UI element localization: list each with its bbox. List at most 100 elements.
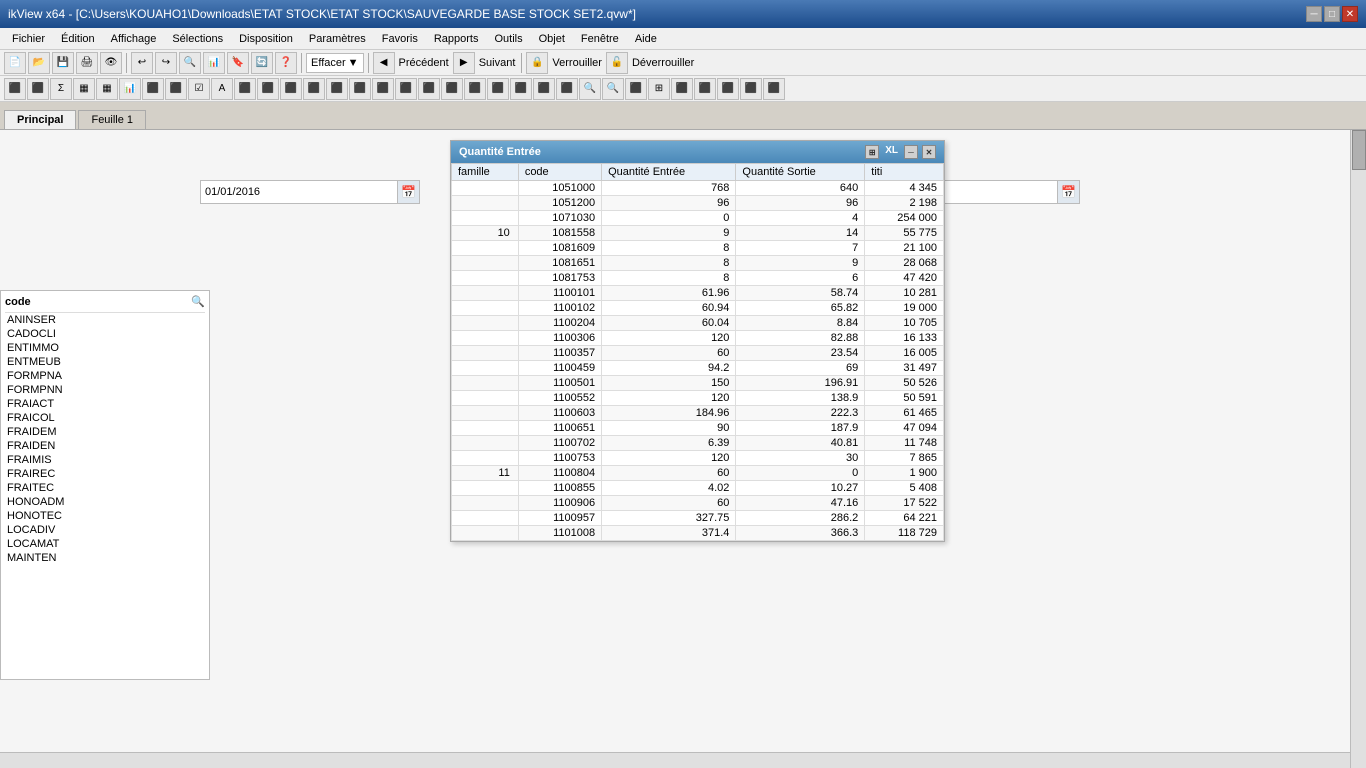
tb2-text[interactable]: A xyxy=(211,78,233,100)
menu-disposition[interactable]: Disposition xyxy=(231,31,301,47)
code-item-mainten[interactable]: MAINTEN xyxy=(5,551,205,565)
tb-lock[interactable]: 🔒 xyxy=(526,52,548,74)
code-item-cadocli[interactable]: CADOCLI xyxy=(5,327,205,341)
tb-unlock[interactable]: 🔓 xyxy=(606,52,628,74)
date-start-calendar-button[interactable]: 📅 xyxy=(397,181,419,203)
menu-aide[interactable]: Aide xyxy=(627,31,665,47)
right-scrollbar[interactable] xyxy=(1350,130,1366,768)
code-item-locadiv[interactable]: LOCADIV xyxy=(5,523,205,537)
menu-objet[interactable]: Objet xyxy=(531,31,573,47)
tb2-8[interactable]: ⬛ xyxy=(165,78,187,100)
tb2-28[interactable]: ⬛ xyxy=(625,78,647,100)
menu-favoris[interactable]: Favoris xyxy=(374,31,426,47)
cell-famille xyxy=(452,271,519,286)
tb2-22[interactable]: ⬛ xyxy=(487,78,509,100)
tb2-16[interactable]: ⬛ xyxy=(349,78,371,100)
menu-rapports[interactable]: Rapports xyxy=(426,31,487,47)
menu-fichier[interactable]: Fichier xyxy=(4,31,53,47)
tab-feuille1[interactable]: Feuille 1 xyxy=(78,110,146,129)
tb-chart[interactable]: 📊 xyxy=(203,52,225,74)
tb-search[interactable]: 🔍 xyxy=(179,52,201,74)
effacer-label: Effacer xyxy=(311,57,346,69)
tb2-33[interactable]: ⬛ xyxy=(740,78,762,100)
menu-fenetre[interactable]: Fenêtre xyxy=(573,31,627,47)
tb-redo[interactable]: ↪ xyxy=(155,52,177,74)
panel-minimize-btn[interactable]: ─ xyxy=(904,145,918,159)
code-item-honoadm[interactable]: HONOADM xyxy=(5,495,205,509)
tb2-1[interactable]: ⬛ xyxy=(4,78,26,100)
tb2-23[interactable]: ⬛ xyxy=(510,78,532,100)
tb-save[interactable]: 💾 xyxy=(52,52,74,74)
date-end-calendar-button[interactable]: 📅 xyxy=(1057,181,1079,203)
tb2-17[interactable]: ⬛ xyxy=(372,78,394,100)
tb2-zoom-out[interactable]: 🔍 xyxy=(602,78,624,100)
code-item-entmeub[interactable]: ENTMEUB xyxy=(5,355,205,369)
code-item-fraiden[interactable]: FRAIDEN xyxy=(5,439,205,453)
tb2-2[interactable]: ⬛ xyxy=(27,78,49,100)
code-item-frairec[interactable]: FRAIREC xyxy=(5,467,205,481)
tab-principal[interactable]: Principal xyxy=(4,110,76,129)
tb-refresh[interactable]: 🔄 xyxy=(251,52,273,74)
tb-new[interactable]: 📄 xyxy=(4,52,26,74)
menu-selections[interactable]: Sélections xyxy=(164,31,231,47)
menu-edition[interactable]: Édition xyxy=(53,31,103,47)
tb2-25[interactable]: ⬛ xyxy=(556,78,578,100)
tb-preview[interactable]: 👁 xyxy=(100,52,122,74)
tb-undo[interactable]: ↩ xyxy=(131,52,153,74)
tb2-20[interactable]: ⬛ xyxy=(441,78,463,100)
code-item-fraimis[interactable]: FRAIMIS xyxy=(5,453,205,467)
menu-outils[interactable]: Outils xyxy=(486,31,530,47)
tb-help[interactable]: ❓ xyxy=(275,52,297,74)
code-search-icon[interactable]: 🔍 xyxy=(191,295,205,308)
bottom-scrollbar[interactable] xyxy=(0,752,1350,768)
tb2-18[interactable]: ⬛ xyxy=(395,78,417,100)
tb2-grid[interactable]: ⊞ xyxy=(648,78,670,100)
tb2-14[interactable]: ⬛ xyxy=(303,78,325,100)
tb2-zoom-in[interactable]: 🔍 xyxy=(579,78,601,100)
code-item-fraidem[interactable]: FRAIDEM xyxy=(5,425,205,439)
tb2-11[interactable]: ⬛ xyxy=(234,78,256,100)
code-item-entimmo[interactable]: ENTIMMO xyxy=(5,341,205,355)
code-item-aninser[interactable]: ANINSER xyxy=(5,313,205,327)
code-item-fraicol[interactable]: FRAICOL xyxy=(5,411,205,425)
minimize-button[interactable]: ─ xyxy=(1306,6,1322,22)
panel-icon-btn[interactable]: ⊞ xyxy=(865,145,879,159)
tb2-table[interactable]: ▦ xyxy=(73,78,95,100)
tb2-chart2[interactable]: 📊 xyxy=(119,78,141,100)
tb-open[interactable]: 📂 xyxy=(28,52,50,74)
tb2-15[interactable]: ⬛ xyxy=(326,78,348,100)
tb2-19[interactable]: ⬛ xyxy=(418,78,440,100)
tb-arrow-left[interactable]: ◀ xyxy=(373,52,395,74)
scroll-thumb[interactable] xyxy=(1352,130,1366,170)
tb-arrow-right[interactable]: ▶ xyxy=(453,52,475,74)
tb2-24[interactable]: ⬛ xyxy=(533,78,555,100)
panel-close-btn[interactable]: ✕ xyxy=(922,145,936,159)
menu-affichage[interactable]: Affichage xyxy=(103,31,165,47)
code-item-fraiact[interactable]: FRAIACT xyxy=(5,397,205,411)
tb2-sum[interactable]: Σ xyxy=(50,78,72,100)
effacer-dropdown[interactable]: Effacer ▼ xyxy=(306,53,364,73)
code-item-locamat[interactable]: LOCAMAT xyxy=(5,537,205,551)
tb2-7[interactable]: ⬛ xyxy=(142,78,164,100)
maximize-button[interactable]: □ xyxy=(1324,6,1340,22)
col-qte-sortie: Quantité Sortie xyxy=(736,164,865,181)
code-item-fraitec[interactable]: FRAITEC xyxy=(5,481,205,495)
code-item-formpna[interactable]: FORMPNA xyxy=(5,369,205,383)
tb2-34[interactable]: ⬛ xyxy=(763,78,785,100)
data-table-scroll[interactable]: famille code Quantité Entrée Quantité So… xyxy=(451,163,944,541)
code-item-formpnn[interactable]: FORMPNN xyxy=(5,383,205,397)
tb2-21[interactable]: ⬛ xyxy=(464,78,486,100)
tb2-check[interactable]: ☑ xyxy=(188,78,210,100)
tb2-31[interactable]: ⬛ xyxy=(694,78,716,100)
tb2-30[interactable]: ⬛ xyxy=(671,78,693,100)
date-start-input[interactable] xyxy=(201,186,397,198)
tb-bookmark[interactable]: 🔖 xyxy=(227,52,249,74)
tb-print[interactable]: 🖨 xyxy=(76,52,98,74)
code-item-honotec[interactable]: HONOTEC xyxy=(5,509,205,523)
close-button[interactable]: ✕ xyxy=(1342,6,1358,22)
tb2-12[interactable]: ⬛ xyxy=(257,78,279,100)
tb2-32[interactable]: ⬛ xyxy=(717,78,739,100)
tb2-5[interactable]: ▦ xyxy=(96,78,118,100)
menu-parametres[interactable]: Paramètres xyxy=(301,31,374,47)
tb2-13[interactable]: ⬛ xyxy=(280,78,302,100)
